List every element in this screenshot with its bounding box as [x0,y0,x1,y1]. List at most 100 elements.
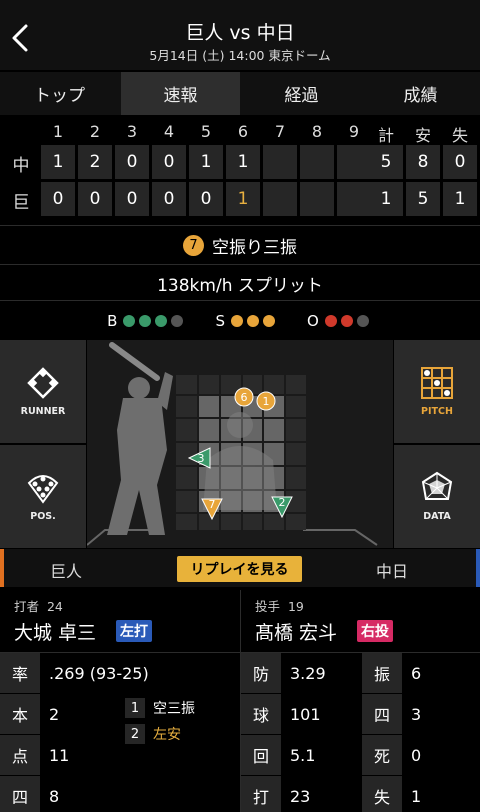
inning-header: 7 [274,122,286,141]
data-button[interactable]: DATA [394,445,480,548]
inning-header: 4 [163,122,175,141]
pitcher-stat-value: 23 [290,786,311,806]
ball-dot [155,315,168,327]
pitch-grid-icon [421,367,453,399]
ball-dot [139,315,152,327]
pitch-button[interactable]: PITCH [394,340,480,443]
replay-button[interactable]: リプレイを見る [177,556,302,582]
pitch-mark-label: 1 [263,395,270,408]
divider [0,225,480,226]
strikes-label: S [215,312,225,330]
out-dot [340,315,353,327]
inning-header: 5 [200,122,212,141]
inning-header: 3 [126,122,138,141]
outs-indicator: O [307,312,373,330]
batter-role: 打者 24 [14,599,63,614]
tab-progress[interactable]: 経過 [242,72,361,115]
strike-dot [231,315,243,327]
batter-number: 24 [46,599,63,614]
at-bat-result: 左安 [153,727,181,743]
at-bat-number: 2 [125,724,145,744]
batter-stat-key: 率 [0,653,40,693]
inning-score-cell [300,182,334,216]
pitcher-name[interactable]: 髙橋 宏斗 [255,618,337,645]
at-bat-entry: 2 左安 [125,723,181,745]
tab-top[interactable]: トップ [0,72,119,115]
total-cell: 5 [369,145,403,179]
outs-label: O [307,312,319,330]
inning-header: 2 [89,122,101,141]
pitch-speed-type: 138km/h スプリット [157,275,323,296]
divider [240,590,241,812]
pitcher-stat-key: 球 [241,694,281,734]
pitcher-stat-key: 回 [241,735,281,775]
batter-stat-key: 点 [0,735,40,775]
strikes-indicator: S [215,312,279,330]
ball-dot [171,315,184,327]
inning-score-cell: 2 [78,145,112,179]
balls-label: B [107,312,118,330]
header: 巨人 vs 中日 5月14日 (土) 14:00 東京ドーム [0,0,480,70]
throwing-hand-badge: 右投 [357,620,393,642]
home-team-tab[interactable]: 巨人 [50,558,82,582]
at-bat-entry: 1 空三振 [125,697,195,719]
pitch-mark-label: 6 [241,391,248,404]
play-result-text: 空振り三振 [212,237,297,258]
away-team-accent [476,549,480,587]
totals-header: 計 [377,126,394,145]
pitcher-stat-key: 死 [362,735,402,775]
tab-live[interactable]: 速報 [121,72,240,115]
pitch-view: RUNNER POS. 6 1 3 7 2 PITCH DATA [0,340,480,548]
inning-score-cell: 0 [78,182,112,216]
batter-name[interactable]: 大城 卓三 [14,618,96,645]
batter-stat-key: 本 [0,694,40,734]
ball-dot [123,315,136,327]
at-bat-number: 1 [125,698,145,718]
total-cell: 8 [406,145,440,179]
total-cell: 1 [369,182,403,216]
strike-zone-pane: 6 1 3 7 2 [87,340,393,548]
away-team-tab[interactable]: 中日 [376,558,408,582]
pitcher-stat-value: 3 [411,704,422,724]
pitcher-stat-key: 防 [241,653,281,693]
pitch-mark-label: 2 [279,496,286,509]
positions-label: POS. [30,511,56,522]
positions-button[interactable]: POS. [0,445,86,548]
total-cell: 5 [406,182,440,216]
inning-score-cell [300,145,334,179]
pitcher-number: 19 [287,599,304,614]
pitcher-stat-value: 6 [411,663,422,683]
positions-icon [27,475,59,504]
out-dot [324,315,337,327]
pitch-mark[interactable]: 6 [234,387,254,407]
runner-button[interactable]: RUNNER [0,340,86,443]
inning-score-cell: 0 [115,145,149,179]
pitch-mark[interactable]: 1 [256,391,276,411]
out-dot [356,315,369,327]
total-cell: 1 [443,182,477,216]
inning-score-cell: 0 [41,182,75,216]
inning-score-cell: 0 [189,182,223,216]
batter-card: 打者 24 大城 卓三 左打 [0,590,240,652]
pitcher-stat-key: 振 [362,653,402,693]
pitch-mark-label: 3 [198,452,205,465]
data-label: DATA [423,511,451,522]
inning-score-cell: 0 [115,182,149,216]
inning-score-cell: 0 [152,182,186,216]
inning-score-cell [337,145,371,179]
team-abbrev: 中 [12,156,30,176]
batter-stat-value: 8 [49,786,60,806]
batting-side-badge: 左打 [116,620,152,642]
total-cell: 0 [443,145,477,179]
inning-score-cell: 0 [152,145,186,179]
strike-dot [263,315,275,327]
pitcher-stat-value: 0 [411,745,422,765]
totals-header: 安 [414,126,431,145]
pitcher-role: 投手 19 [255,599,304,614]
pitcher-stat-key: 打 [241,776,281,812]
team-abbrev: 巨 [12,193,30,213]
batter-order-badge: 7 [183,234,204,256]
page-title: 巨人 vs 中日 [185,22,295,44]
tab-stats[interactable]: 成績 [361,72,480,115]
home-team-accent [0,549,4,587]
